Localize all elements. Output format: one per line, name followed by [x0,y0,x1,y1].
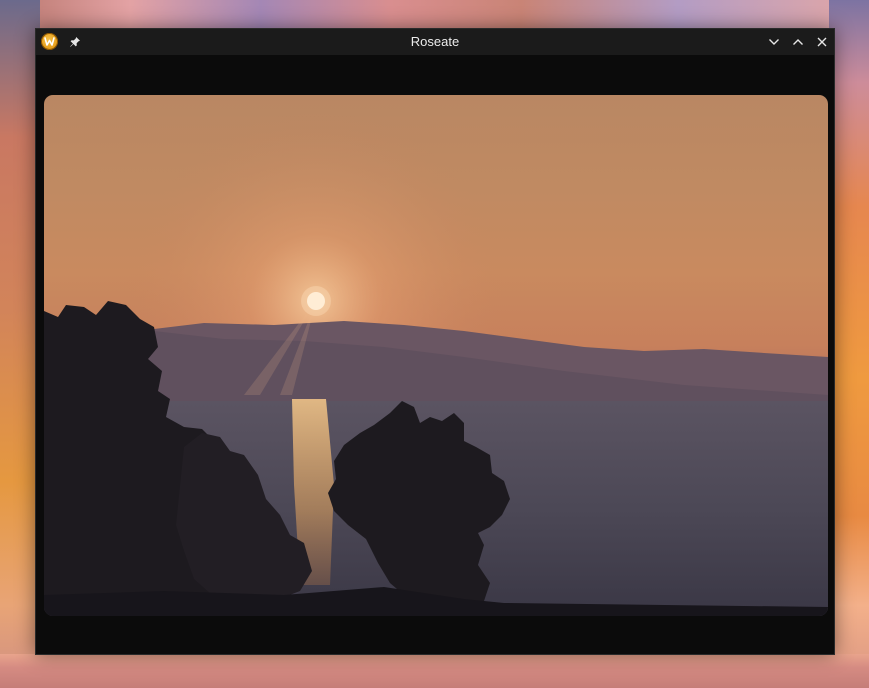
pin-icon[interactable] [67,34,83,50]
app-logo-icon[interactable] [41,33,58,50]
wallpaper-sky [0,0,869,30]
image-viewer-window: Roseate [35,28,835,655]
wallpaper-sea [0,654,869,688]
window-title: Roseate [410,34,460,49]
minimize-button[interactable] [765,33,783,51]
wallpaper-left-edge [0,0,40,688]
title-bar[interactable]: Roseate [36,29,834,55]
close-icon [817,37,827,47]
maximize-button[interactable] [789,33,807,51]
chevron-down-icon [769,39,779,45]
displayed-photo [44,95,828,616]
wallpaper-right-edge [829,0,869,688]
close-button[interactable] [813,33,831,51]
chevron-up-icon [793,39,803,45]
